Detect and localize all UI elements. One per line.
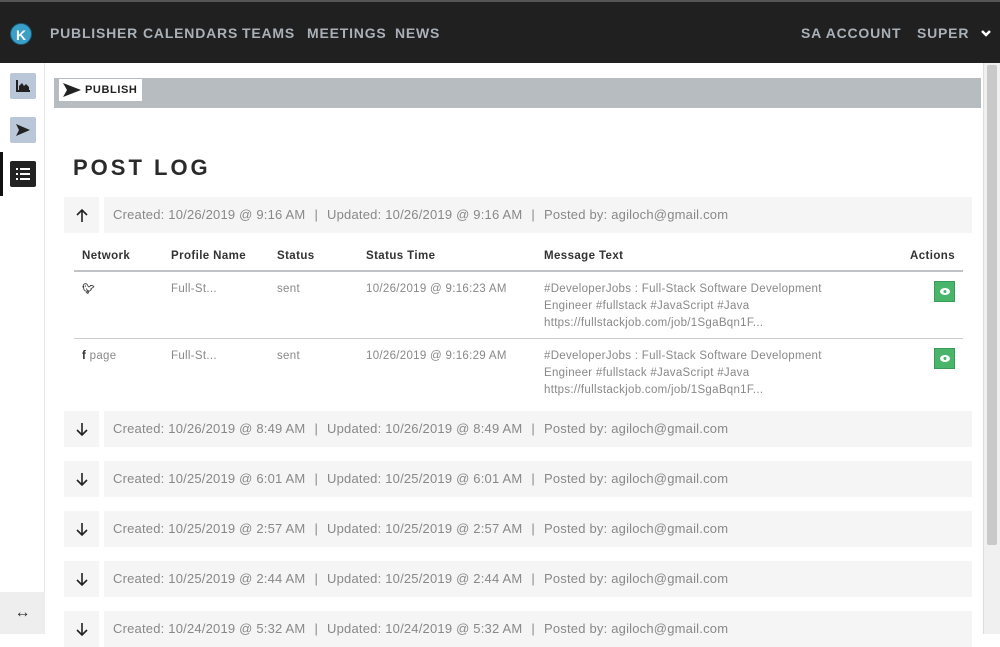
profile-cell: Full-St... xyxy=(163,271,269,339)
active-indicator xyxy=(0,152,3,196)
area-chart-icon xyxy=(16,80,30,92)
log-created: Created: 10/26/2019 @ 8:49 AM xyxy=(113,421,306,436)
arrow-down-icon xyxy=(75,422,88,436)
user-menu[interactable]: SUPER xyxy=(917,25,992,41)
status-time-cell: 10/26/2019 @ 9:16:29 AM xyxy=(366,350,507,362)
separator: | xyxy=(314,521,319,536)
log-updated: Updated: 10/26/2019 @ 9:16 AM xyxy=(327,207,523,222)
top-navbar: K PUBLISHER CALENDARS TEAMS MEETINGS NEW… xyxy=(0,0,1000,63)
log-updated: Updated: 10/25/2019 @ 2:57 AM xyxy=(327,521,523,536)
sidebar-analytics-button[interactable] xyxy=(10,73,36,99)
log-updated: Updated: 10/26/2019 @ 8:49 AM xyxy=(327,421,523,436)
list-icon xyxy=(16,168,30,180)
sidebar-publish-button[interactable] xyxy=(10,117,36,143)
log-posted-by: Posted by: agiloch@gmail.com xyxy=(543,471,729,486)
log-updated: Updated: 10/25/2019 @ 6:01 AM xyxy=(327,471,523,486)
separator: | xyxy=(531,207,535,222)
profile-cell: Full-St... xyxy=(171,350,217,362)
col-status-time: Status Time xyxy=(358,246,536,272)
facebook-icon: f xyxy=(82,350,87,362)
arrow-up-icon xyxy=(75,208,88,222)
log-posted-by: Posted by: agiloch@gmail.com xyxy=(543,421,729,436)
col-profile-name: Profile Name xyxy=(163,246,269,272)
table-row: f page Full-St... sent 10/26/2019 @ 9:16… xyxy=(74,339,963,406)
table-row: 🐦︎ Full-St... sent 10/26/2019 @ 9:16:23 … xyxy=(74,271,963,339)
nav-news[interactable]: NEWS xyxy=(395,25,440,41)
nav-meetings[interactable]: MEETINGS xyxy=(307,25,387,41)
separator: | xyxy=(314,571,319,586)
page-title: POST LOG xyxy=(73,155,211,180)
arrow-down-icon xyxy=(75,472,88,486)
message-cell: #DeveloperJobs : Full-Stack Software Dev… xyxy=(536,271,890,339)
eye-icon xyxy=(939,355,950,362)
separator: | xyxy=(531,571,535,586)
eye-icon xyxy=(939,288,950,295)
nav-publisher[interactable]: PUBLISHER xyxy=(50,25,138,41)
chevron-down-icon xyxy=(981,30,991,37)
log-updated: Updated: 10/25/2019 @ 2:44 AM xyxy=(327,571,523,586)
log-header[interactable]: Created: 10/24/2019 @ 5:32 AM | Updated: 1… xyxy=(104,611,972,647)
toggle-log-button[interactable] xyxy=(64,561,99,597)
publish-label: PUBLISH xyxy=(85,84,138,96)
network-cell: f page xyxy=(82,350,117,362)
scrollbar[interactable] xyxy=(983,63,1000,634)
log-header[interactable]: Created: 10/25/2019 @ 2:57 AM | Updated: 1… xyxy=(104,511,972,547)
left-sidebar xyxy=(0,63,45,634)
toggle-log-button[interactable] xyxy=(64,197,99,233)
toggle-log-button[interactable] xyxy=(64,411,99,447)
col-network: Network xyxy=(74,246,163,272)
status-time-cell: 10/26/2019 @ 9:16:23 AM xyxy=(358,271,536,339)
separator: | xyxy=(531,521,535,536)
separator: | xyxy=(531,471,535,486)
log-header[interactable]: Created: 10/26/2019 @ 9:16 AM | Updated: 1… xyxy=(104,197,972,233)
twitter-icon: 🐦︎ xyxy=(82,284,95,295)
sidebar-post-log-button[interactable] xyxy=(10,161,36,187)
app-logo[interactable]: K xyxy=(10,23,32,45)
separator: | xyxy=(314,207,319,222)
send-icon xyxy=(63,83,81,97)
user-name: SUPER xyxy=(917,25,970,41)
message-cell: #DeveloperJobs : Full-Stack Software Dev… xyxy=(544,350,822,396)
arrow-down-icon xyxy=(75,622,88,636)
network-cell: 🐦︎ xyxy=(74,271,163,339)
separator: | xyxy=(314,471,319,486)
col-actions: Actions xyxy=(889,246,963,272)
status-cell: sent xyxy=(269,271,358,339)
col-message-text: Message Text xyxy=(536,246,890,272)
scrollbar-thumb[interactable] xyxy=(987,65,997,545)
separator: | xyxy=(531,421,535,436)
log-created: Created: 10/26/2019 @ 9:16 AM xyxy=(113,207,306,222)
nav-teams[interactable]: TEAMS xyxy=(242,25,295,41)
view-post-button[interactable] xyxy=(934,348,955,369)
arrow-down-icon xyxy=(75,572,88,586)
toggle-log-button[interactable] xyxy=(64,611,99,647)
view-post-button[interactable] xyxy=(934,281,955,302)
toggle-log-button[interactable] xyxy=(64,511,99,547)
arrows-horizontal-icon: ↔ xyxy=(14,604,31,621)
status-cell: sent xyxy=(277,350,300,362)
log-posted-by: Posted by: agiloch@gmail.com xyxy=(543,207,729,222)
log-created: Created: 10/25/2019 @ 2:57 AM xyxy=(113,521,306,536)
send-icon xyxy=(16,124,30,136)
log-header[interactable]: Created: 10/26/2019 @ 8:49 AM | Updated: 1… xyxy=(104,411,972,447)
separator: | xyxy=(314,421,319,436)
log-posted-by: Posted by: agiloch@gmail.com xyxy=(543,521,729,536)
publish-toolbar: PUBLISH xyxy=(54,78,981,108)
toggle-log-button[interactable] xyxy=(64,461,99,497)
nav-sa-account[interactable]: SA ACCOUNT xyxy=(801,25,901,41)
log-created: Created: 10/25/2019 @ 2:44 AM xyxy=(113,571,306,586)
publish-button[interactable]: PUBLISH xyxy=(59,79,142,101)
col-status: Status xyxy=(269,246,358,272)
nav-calendars[interactable]: CALENDARS xyxy=(143,25,238,41)
log-posted-by: Posted by: agiloch@gmail.com xyxy=(543,571,729,586)
log-header[interactable]: Created: 10/25/2019 @ 6:01 AM | Updated: 1… xyxy=(104,461,972,497)
post-table: Network Profile Name Status Status Time … xyxy=(74,246,963,405)
arrow-down-icon xyxy=(75,522,88,536)
log-created: Created: 10/25/2019 @ 6:01 AM xyxy=(113,471,306,486)
expand-sidebar-button[interactable]: ↔ xyxy=(0,592,45,634)
log-header[interactable]: Created: 10/25/2019 @ 2:44 AM | Updated: 1… xyxy=(104,561,972,597)
